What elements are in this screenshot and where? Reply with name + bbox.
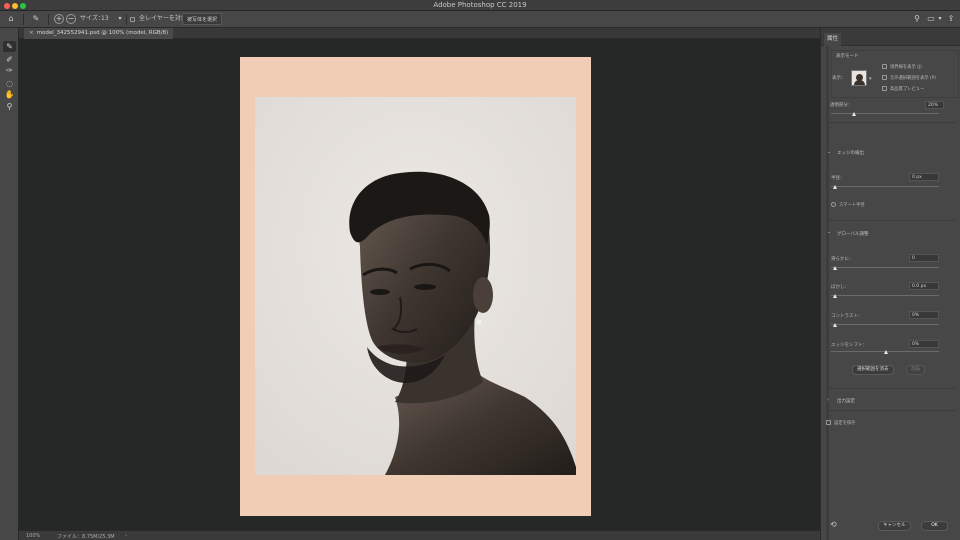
- portrait-image: [255, 97, 576, 475]
- remember-settings-label: 設定を保存: [834, 421, 856, 426]
- chevron-down-icon[interactable]: ⌄: [827, 229, 831, 235]
- ok-button[interactable]: OK: [921, 521, 948, 531]
- global-refinements-title[interactable]: グローバル調整: [837, 231, 868, 237]
- high-quality-preview-checkbox[interactable]: [882, 86, 887, 91]
- smart-radius-checkbox[interactable]: [831, 202, 836, 207]
- status-arrow-icon[interactable]: ›: [125, 533, 127, 539]
- chevron-right-icon[interactable]: ›: [827, 397, 829, 403]
- document-canvas[interactable]: [240, 57, 591, 516]
- show-original-checkbox[interactable]: [882, 75, 887, 80]
- app-title: Adobe Photoshop CC 2019: [433, 1, 527, 9]
- close-icon[interactable]: ×: [29, 30, 34, 36]
- feather-slider-thumb[interactable]: [833, 294, 837, 298]
- chevron-down-icon[interactable]: ▾: [869, 76, 872, 82]
- smooth-slider-track[interactable]: [831, 267, 939, 268]
- refine-edge-brush-icon[interactable]: ✐: [3, 54, 16, 65]
- zoom-icon[interactable]: ⚲: [3, 101, 16, 112]
- panel-header: 属性: [821, 28, 960, 46]
- show-original-label: 元の選択範囲を表示 (P): [890, 76, 936, 81]
- tab-properties[interactable]: 属性: [824, 33, 842, 46]
- lasso-icon[interactable]: ◌: [3, 78, 16, 89]
- shift-edge-label: エッジをシフト：: [831, 343, 867, 348]
- status-bar: 100% ファイル：8.75M/25.3M ›: [19, 530, 820, 540]
- zoom-level[interactable]: 100%: [26, 533, 40, 539]
- reset-icon[interactable]: ⟲: [830, 520, 837, 529]
- subtract-from-selection-icon[interactable]: −: [66, 14, 76, 24]
- divider: [826, 410, 956, 411]
- portrait-photo[interactable]: [255, 97, 576, 475]
- contrast-field[interactable]: 0%: [909, 311, 939, 319]
- smooth-slider-thumb[interactable]: [833, 266, 837, 270]
- sample-all-layers-label: 全レイヤーを対象: [139, 15, 187, 22]
- title-bar: Adobe Photoshop CC 2019: [0, 0, 960, 11]
- contrast-slider-thumb[interactable]: [833, 323, 837, 327]
- properties-panel: 属性 表示モード 表示： ▾ 境界線を表示 (J) 元の選択範囲を表示 (P) …: [820, 28, 960, 540]
- select-subject-button[interactable]: 被写体を選択: [182, 13, 223, 25]
- feather-field[interactable]: 0.0 px: [909, 282, 939, 290]
- smooth-field[interactable]: 0: [909, 254, 939, 262]
- panel-scrollbar[interactable]: [826, 46, 829, 540]
- feather-slider-track[interactable]: [831, 295, 939, 296]
- divider: [48, 14, 49, 25]
- divider: [126, 14, 127, 25]
- radius-slider-thumb[interactable]: [833, 185, 837, 189]
- document-tab[interactable]: × model_342552941.psd @ 100% (model, RGB/…: [24, 28, 174, 39]
- quick-selection-brush-icon[interactable]: ✎: [3, 41, 16, 52]
- file-info: ファイル：8.75M/25.3M: [57, 534, 115, 540]
- sample-all-layers-checkbox[interactable]: [130, 17, 135, 22]
- invert-button[interactable]: 反転: [906, 365, 925, 375]
- high-quality-preview-label: 高品質プレビュー: [890, 87, 925, 92]
- divider: [826, 122, 956, 123]
- contrast-slider-track[interactable]: [831, 324, 939, 325]
- opacity-slider-track[interactable]: [831, 113, 939, 114]
- show-edge-label: 境界線を表示 (J): [890, 65, 922, 70]
- options-bar: ⌂ ✎ + − サイズ： 13 ▾ 全レイヤーを対象 被写体を選択 ⚲ ▭ ▾ …: [0, 11, 960, 28]
- chevron-down-icon[interactable]: ⌄: [827, 149, 831, 155]
- view-mode-thumbnail[interactable]: [851, 70, 867, 86]
- show-edge-checkbox[interactable]: [882, 64, 887, 69]
- document-tab-label: model_342552941.psd @ 100% (model, RGB/8…: [36, 30, 169, 36]
- divider: [826, 388, 956, 389]
- person-shoulders: [854, 80, 865, 85]
- view-mode-title: 表示モード: [836, 54, 859, 59]
- view-label: 表示：: [832, 76, 846, 81]
- edge-detection-title[interactable]: エッジの検出: [837, 150, 864, 156]
- feather-label: ぼかし：: [831, 285, 849, 290]
- clear-selection-button[interactable]: 選択範囲を消去: [852, 365, 894, 375]
- divider: [826, 220, 956, 221]
- home-icon[interactable]: ⌂: [6, 14, 16, 24]
- chevron-down-icon[interactable]: ▾: [115, 14, 125, 24]
- chevron-down-icon[interactable]: ▾: [935, 14, 945, 24]
- tools-panel: ✎ ✐ ✑ ◌ ✋ ⚲: [0, 28, 19, 540]
- remember-settings-checkbox[interactable]: [826, 420, 831, 425]
- radius-slider-track[interactable]: [831, 186, 939, 187]
- document-tab-bar: × model_342552941.psd @ 100% (model, RGB/…: [19, 28, 820, 39]
- opacity-label: 透明部分：: [830, 103, 853, 108]
- smooth-label: 滑らかに：: [831, 257, 854, 262]
- hand-icon[interactable]: ✋: [3, 89, 16, 100]
- radius-label: 半径：: [831, 176, 845, 181]
- output-settings-title[interactable]: 出力設定: [837, 398, 855, 404]
- opacity-slider-thumb[interactable]: [852, 112, 856, 116]
- brush-tool-preset-icon[interactable]: ✎: [31, 14, 41, 24]
- radius-field[interactable]: 0 px: [909, 173, 939, 181]
- view-mode-group: 表示モード 表示： ▾ 境界線を表示 (J) 元の選択範囲を表示 (P) 高品質…: [831, 50, 959, 98]
- canvas-area[interactable]: [19, 39, 820, 530]
- search-icon[interactable]: ⚲: [912, 14, 922, 24]
- contrast-label: コントラスト：: [831, 314, 863, 319]
- smart-radius-label: スマート半径: [839, 203, 865, 208]
- share-icon[interactable]: ⇪: [946, 14, 956, 24]
- shift-edge-slider-thumb[interactable]: [884, 350, 888, 354]
- brush-icon[interactable]: ✑: [3, 65, 16, 76]
- shift-edge-field[interactable]: 0%: [909, 340, 939, 348]
- brush-size-value[interactable]: 13: [101, 13, 113, 25]
- opacity-field[interactable]: 20%: [925, 101, 944, 109]
- add-to-selection-icon[interactable]: +: [54, 14, 64, 24]
- cancel-button[interactable]: キャンセル: [878, 521, 911, 531]
- divider: [23, 14, 24, 25]
